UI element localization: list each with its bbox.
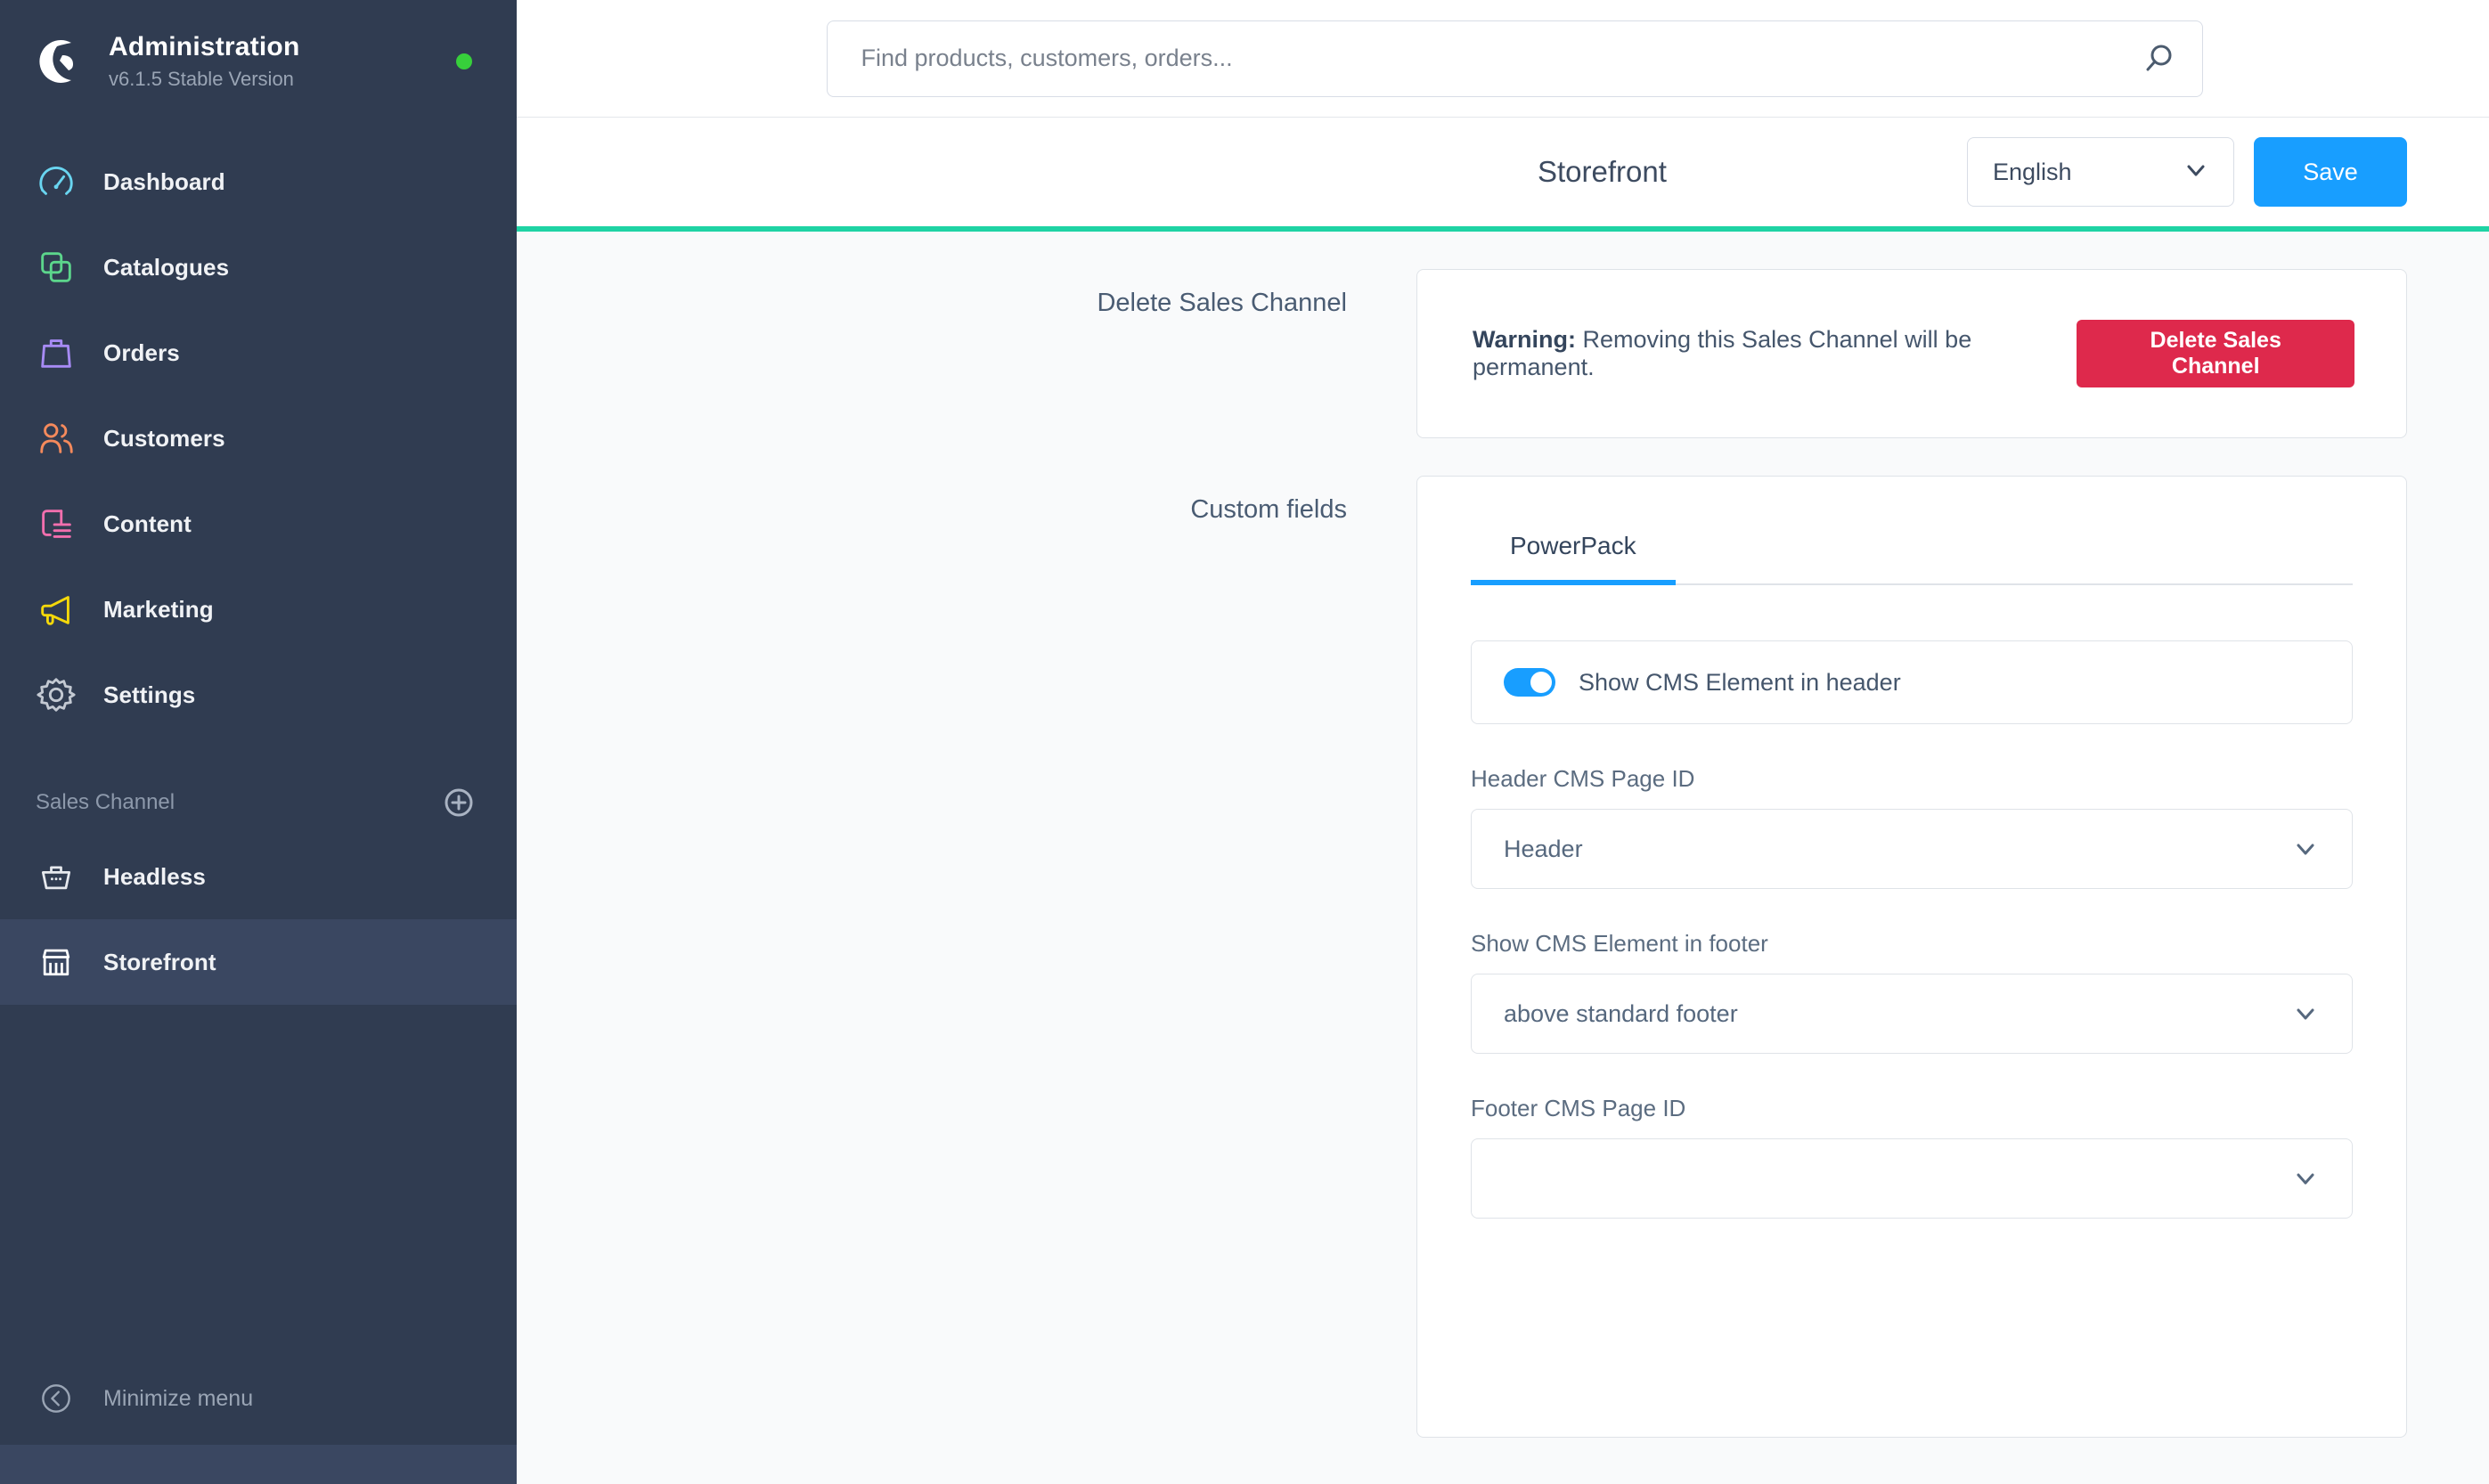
sidebar-item-orders[interactable]: Orders <box>0 310 517 395</box>
sales-channel-heading: Sales Channel <box>36 790 175 814</box>
search-button[interactable] <box>2134 34 2183 84</box>
search-wrapper <box>826 20 2203 97</box>
custom-fields-label: Custom fields <box>1190 495 1347 524</box>
basket-icon <box>32 852 80 901</box>
shopware-logo-icon <box>30 34 86 89</box>
minimize-menu-label: Minimize menu <box>103 1385 254 1411</box>
sidebar-item-label: Storefront <box>103 948 216 975</box>
main-area: Storefront English Save Delete Sales Cha… <box>517 0 2489 1484</box>
main-nav: Dashboard Catalogues Orders Customers Co… <box>0 118 517 738</box>
delete-sales-channel-card: Warning: Removing this Sales Channel wil… <box>1416 269 2407 438</box>
gauge-icon <box>32 158 80 206</box>
status-dot <box>456 53 472 69</box>
sidebar-item-catalogues[interactable]: Catalogues <box>0 224 517 310</box>
brand-version: v6.1.5 Stable Version <box>109 67 294 90</box>
footer-cms-page-id-select[interactable] <box>1471 1138 2353 1219</box>
custom-fields-body: Show CMS Element in header Header CMS Pa… <box>1471 585 2353 1219</box>
top-search-bar <box>517 0 2489 118</box>
brand-title: Administration <box>109 32 300 62</box>
sidebar-item-label: Content <box>103 510 192 537</box>
custom-fields-tabs: PowerPack <box>1471 532 2353 585</box>
chevron-down-icon <box>2289 998 2322 1030</box>
store-icon <box>32 938 80 986</box>
tab-powerpack[interactable]: PowerPack <box>1471 532 1676 585</box>
sidebar-item-headless[interactable]: Headless <box>0 834 517 919</box>
save-button[interactable]: Save <box>2254 137 2407 207</box>
header-cms-page-id-field: Header CMS Page ID Header <box>1471 765 2353 889</box>
show-cms-footer-select[interactable]: above standard footer <box>1471 974 2353 1054</box>
custom-fields-card: PowerPack Show CMS Element in header Hea… <box>1416 476 2407 1438</box>
sidebar-item-label: Headless <box>103 862 206 890</box>
show-cms-header-label: Show CMS Element in header <box>1579 668 1901 696</box>
app-root: Administration v6.1.5 Stable Version Das… <box>0 0 2489 1484</box>
sidebar: Administration v6.1.5 Stable Version Das… <box>0 0 517 1484</box>
sidebar-item-label: Settings <box>103 681 196 708</box>
select-value: Header <box>1504 835 1583 862</box>
sidebar-item-label: Catalogues <box>103 253 230 281</box>
field-label: Header CMS Page ID <box>1471 765 1695 792</box>
sidebar-item-storefront[interactable]: Storefront <box>0 919 517 1005</box>
sidebar-item-dashboard[interactable]: Dashboard <box>0 139 517 224</box>
chevron-left-circle-icon <box>32 1374 80 1423</box>
chevron-down-icon <box>2289 833 2322 865</box>
sidebar-item-label: Orders <box>103 338 180 366</box>
footer-cms-page-id-field: Footer CMS Page ID <box>1471 1095 2353 1219</box>
warning-prefix: Warning: <box>1473 326 1576 353</box>
content-icon <box>32 500 80 548</box>
copy-icon <box>32 243 80 291</box>
chevron-down-icon <box>2180 154 2212 191</box>
language-select[interactable]: English <box>1967 137 2234 207</box>
megaphone-icon <box>32 585 80 633</box>
brand-header: Administration v6.1.5 Stable Version <box>0 0 517 118</box>
sidebar-item-label: Marketing <box>103 595 214 623</box>
sidebar-item-label: Dashboard <box>103 167 225 195</box>
bag-icon <box>32 329 80 377</box>
page-header: Storefront English Save <box>517 118 2489 232</box>
delete-sales-channel-button[interactable]: Delete Sales Channel <box>2077 320 2354 387</box>
show-cms-header-switch-box: Show CMS Element in header <box>1471 640 2353 724</box>
page-title: Storefront <box>1538 155 1667 188</box>
sidebar-item-settings[interactable]: Settings <box>0 652 517 738</box>
sidebar-footer-bar <box>0 1445 517 1484</box>
select-value: above standard footer <box>1504 999 1738 1027</box>
sidebar-item-content[interactable]: Content <box>0 481 517 567</box>
show-cms-footer-field: Show CMS Element in footer above standar… <box>1471 930 2353 1054</box>
header-cms-page-id-select[interactable]: Header <box>1471 809 2353 889</box>
warning-text: Warning: Removing this Sales Channel wil… <box>1473 326 2077 381</box>
users-icon <box>32 414 80 462</box>
delete-sales-channel-label: Delete Sales Channel <box>1097 289 1347 317</box>
sidebar-item-label: Customers <box>103 424 225 452</box>
field-label: Show CMS Element in footer <box>1471 930 1768 957</box>
language-select-value: English <box>1993 158 2072 185</box>
field-label: Footer CMS Page ID <box>1471 1095 1686 1121</box>
search-input[interactable] <box>826 20 2203 97</box>
sidebar-item-marketing[interactable]: Marketing <box>0 567 517 652</box>
page-content: Delete Sales Channel Warning: Removing t… <box>517 232 2489 1484</box>
minimize-menu-button[interactable]: Minimize menu <box>0 1352 517 1445</box>
sidebar-item-customers[interactable]: Customers <box>0 395 517 481</box>
custom-fields-row: Custom fields PowerPack Show CMS Element… <box>517 476 2407 1438</box>
gear-icon <box>32 671 80 719</box>
sales-channel-section-header: Sales Channel <box>0 761 517 834</box>
show-cms-header-toggle[interactable] <box>1504 668 1555 697</box>
chevron-down-icon <box>2289 1162 2322 1195</box>
delete-sales-channel-row: Delete Sales Channel Warning: Removing t… <box>517 269 2407 438</box>
plus-circle-icon[interactable] <box>440 784 477 821</box>
toggle-knob <box>1530 672 1552 693</box>
